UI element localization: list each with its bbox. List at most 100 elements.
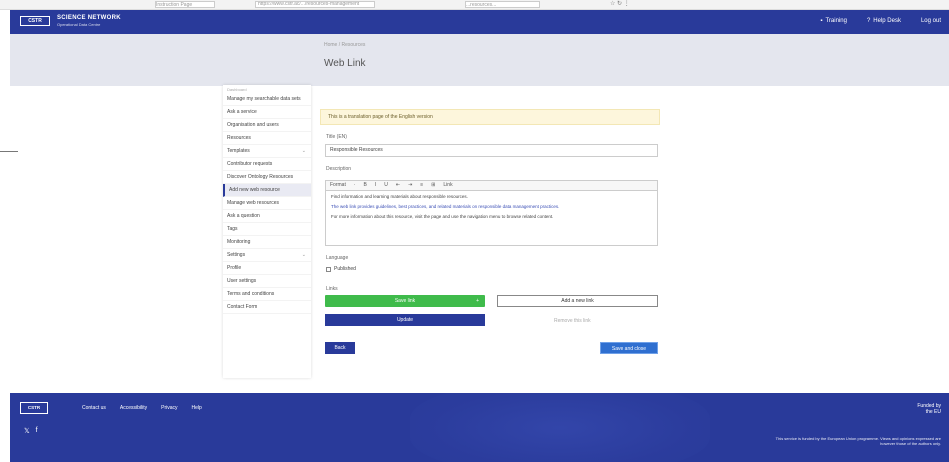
sidebar-item-label: Organisation and users xyxy=(227,122,279,128)
chevron-down-icon: ⌄ xyxy=(301,148,306,154)
links-label: Links xyxy=(326,286,338,292)
add-link-button[interactable]: Add a new link xyxy=(497,295,658,307)
footer-link-help[interactable]: Help xyxy=(192,405,202,411)
sidebar-item[interactable]: Tags xyxy=(223,223,311,236)
sidebar-item-label: Settings xyxy=(227,252,246,258)
footer-nav: Contact us Accessibility Privacy Help xyxy=(82,405,202,411)
title-input[interactable]: Responsible Resources xyxy=(325,144,658,157)
logo-subtitle: Operational Data Centre xyxy=(57,22,101,27)
bold-icon[interactable]: B xyxy=(364,181,367,190)
italic-icon[interactable]: I xyxy=(375,181,376,190)
underline-icon[interactable]: U xyxy=(384,181,388,190)
sidebar-item[interactable]: Ask a service xyxy=(223,106,311,119)
footer-link-contact[interactable]: Contact us xyxy=(82,405,106,411)
editor-paragraph: For more information about this resource… xyxy=(331,214,554,219)
help-icon: ? xyxy=(866,18,871,24)
align-icon[interactable]: ≡ xyxy=(420,181,423,190)
sidebar-item-label: Discover Ontology Resources xyxy=(227,174,294,180)
sidebar-item[interactable]: Manage web resources xyxy=(223,197,311,210)
sidebar-item[interactable]: Discover Ontology Resources xyxy=(223,171,311,184)
description-label: Description xyxy=(326,166,352,172)
twitter-icon[interactable]: 𝕏 xyxy=(24,427,30,435)
sidebar: Dashboard Manage my searchable data sets… xyxy=(223,85,311,378)
sidebar-item-label: Contact Form xyxy=(227,304,258,310)
table-icon[interactable]: ⊞ xyxy=(431,181,435,190)
sidebar-item[interactable]: Settings ⌄ xyxy=(223,249,311,262)
sidebar-item[interactable]: User settings xyxy=(223,275,311,288)
background-map xyxy=(410,393,710,462)
sidebar-item-label: Profile xyxy=(227,265,242,271)
social-links: 𝕏 f xyxy=(24,427,38,435)
header-link-logout[interactable]: Log out xyxy=(921,18,941,24)
footer-link-accessibility[interactable]: Accessibility xyxy=(120,405,147,411)
sidebar-item[interactable]: Terms and conditions xyxy=(223,288,311,301)
editor-link[interactable]: The web link provides guidelines, best p… xyxy=(331,204,559,209)
save-link-button[interactable]: Save link + xyxy=(325,295,485,307)
remove-link[interactable]: Remove this link xyxy=(554,318,591,324)
outdent-icon[interactable]: ⇤ xyxy=(396,181,400,190)
footer-logo[interactable]: CSTR xyxy=(20,402,48,414)
browser-tab[interactable]: Instruction Page xyxy=(155,1,215,8)
language-label: Language xyxy=(326,255,349,261)
sidebar-item[interactable]: Contact Form xyxy=(223,301,311,314)
sidebar-item-label: Resources xyxy=(227,135,251,141)
editor-paragraph: Find information and learning materials … xyxy=(331,194,468,199)
sidebar-list: Manage my searchable data sets Ask a serv… xyxy=(223,93,311,314)
site-footer: CSTR Contact us Accessibility Privacy He… xyxy=(10,393,949,462)
back-button[interactable]: Back xyxy=(325,342,355,354)
header-link-helpdesk[interactable]: ? Help Desk xyxy=(867,18,901,24)
browser-toolbar: Instruction Page https://www.cstr.ac/...… xyxy=(0,0,949,10)
translation-alert: This is a translation page of the Englis… xyxy=(320,109,660,125)
facebook-icon[interactable]: f xyxy=(36,427,38,435)
legal-disclaimer: This service is funded by the European U… xyxy=(775,436,941,446)
format-dropdown[interactable]: Format xyxy=(330,181,346,190)
sidebar-item[interactable]: Contributor requests xyxy=(223,158,311,171)
description-editor[interactable]: Find information and learning materials … xyxy=(325,191,658,246)
update-button[interactable]: Update xyxy=(325,314,485,326)
address-bar[interactable]: https://www.cstr.ac/.../resources-manage… xyxy=(255,1,375,8)
sidebar-item-label: Tags xyxy=(227,226,238,232)
logo[interactable]: CSTR xyxy=(20,16,50,26)
sidebar-item[interactable]: Monitoring xyxy=(223,236,311,249)
sidebar-item-label: Ask a question xyxy=(227,213,260,219)
editor-toolbar: Format · B I U ⇤ ⇥ ≡ ⊞ Link xyxy=(325,180,658,191)
link-icon[interactable]: Link xyxy=(443,181,452,190)
title-label: Title (EN) xyxy=(326,134,347,140)
save-and-close-button[interactable]: Save and close xyxy=(600,342,658,354)
sidebar-item-label: Monitoring xyxy=(227,239,251,245)
sidebar-item[interactable]: Ask a question xyxy=(223,210,311,223)
book-icon: ▪ xyxy=(820,18,823,24)
separator-icon: · xyxy=(353,182,356,188)
sidebar-item-label: Terms and conditions xyxy=(227,291,275,297)
sidebar-item-label: Manage web resources xyxy=(227,200,279,206)
eu-logo: Funded by the EU xyxy=(917,403,941,415)
page-left-margin xyxy=(0,10,10,462)
sidebar-item[interactable]: Organisation and users xyxy=(223,119,311,132)
sidebar-item[interactable]: Resources xyxy=(223,132,311,145)
page-title: Web Link xyxy=(324,58,366,69)
sidebar-item-label: Contributor requests xyxy=(227,161,273,167)
header-nav: ▪ Training ? Help Desk Log out xyxy=(820,18,941,24)
sidebar-item[interactable]: Templates ⌄ xyxy=(223,145,311,158)
published-checkbox-row[interactable]: Published xyxy=(326,266,356,272)
checkbox[interactable] xyxy=(326,266,331,272)
divider xyxy=(0,151,18,152)
breadcrumb[interactable]: Home / Resources xyxy=(324,42,365,48)
sidebar-heading: Dashboard xyxy=(227,87,247,92)
editor-paragraph: The web link provides guidelines, best p… xyxy=(331,204,652,210)
sidebar-item[interactable]: Add new web resource xyxy=(223,184,311,197)
browser-nav-icons[interactable]: ☆ ↻ ⋮ xyxy=(610,0,630,7)
sidebar-item-label: Ask a service xyxy=(227,109,257,115)
sidebar-item-label: User settings xyxy=(227,278,257,284)
indent-icon[interactable]: ⇥ xyxy=(408,181,412,190)
header-link-training[interactable]: ▪ Training xyxy=(820,18,847,24)
sidebar-item[interactable]: Manage my searchable data sets xyxy=(223,93,311,106)
sidebar-item[interactable]: Profile xyxy=(223,262,311,275)
secondary-field[interactable]: ...resources... xyxy=(465,1,540,8)
chevron-down-icon: ⌄ xyxy=(301,252,306,258)
sidebar-item-label: Templates xyxy=(227,148,250,154)
footer-link-privacy[interactable]: Privacy xyxy=(161,405,177,411)
checkbox-label: Published xyxy=(334,266,356,272)
plus-icon: + xyxy=(476,298,479,304)
sidebar-item-label: Add new web resource xyxy=(229,187,280,193)
